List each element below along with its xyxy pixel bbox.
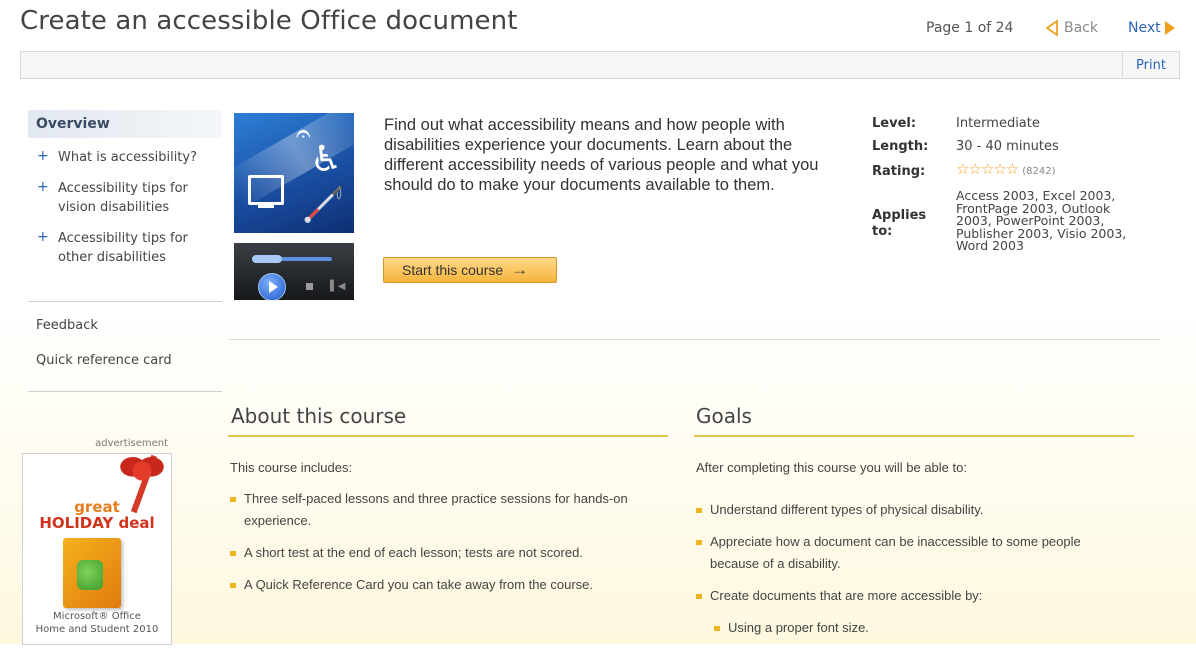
rating-label: Rating: [872,164,926,179]
expand-plus-icon[interactable]: + [37,147,49,166]
back-arrow-icon [1046,20,1058,36]
monitor-stand [258,204,274,208]
sidebar-item-what-is-accessibility[interactable]: + What is accessibility? [28,148,222,167]
sidebar-item-label: What is accessibility? [58,150,198,165]
video-player[interactable]: ▌◀ [234,243,354,300]
back-label: Back [1064,20,1098,36]
list-item: Using a proper font size. [696,617,1132,639]
ad-caption: Microsoft® Office Home and Student 2010 [23,610,171,636]
length-label: Length: [872,139,929,154]
expand-plus-icon[interactable]: + [37,228,49,247]
stop-icon[interactable] [306,283,313,290]
applies-label-line-2: to: [872,224,893,239]
accessibility-illustration: 𝄐 ♿ 🦯 [234,113,354,233]
rating-value[interactable]: ☆☆☆☆☆ (8242) [956,161,1056,180]
list-item: Appreciate how a document can be inacces… [696,531,1132,575]
page-indicator: Page 1 of 24 [926,20,1014,36]
rating-count: (8242) [1022,166,1056,177]
page-title: Create an accessible Office document [20,6,518,36]
applies-label: Applies to: [872,208,932,240]
list-item: Understand different types of physical d… [696,499,1132,521]
arrow-right-icon: → [511,260,529,279]
length-value: 30 - 40 minutes [956,139,1059,154]
level-label: Level: [872,116,917,131]
sidebar: Overview + What is accessibility? + Acce… [28,110,222,392]
quick-reference-link[interactable]: Quick reference card [36,353,172,368]
goals-rule [694,435,1134,437]
ad-label: advertisement [95,438,168,449]
about-intro: This course includes: [230,460,353,475]
about-rule [228,435,668,437]
list-item: A short test at the end of each lesson; … [230,542,666,564]
print-button[interactable]: Print [1122,52,1179,78]
sidebar-divider [28,301,222,302]
expand-plus-icon[interactable]: + [37,178,49,197]
gift-bow-icon [119,454,165,492]
back-button[interactable]: Back [1046,20,1098,36]
content-divider [228,339,1160,340]
sidebar-item-overview[interactable]: Overview [28,110,222,138]
goals-title: Goals [696,404,752,428]
sidebar-divider [28,391,222,392]
skip-back-icon[interactable]: ▌◀ [330,281,345,292]
goals-list: Understand different types of physical d… [696,499,1132,649]
sidebar-item-label: Accessibility tips for [58,181,188,196]
next-arrow-icon [1164,21,1175,35]
course-intro: Find out what accessibility means and ho… [384,116,819,194]
level-value: Intermediate [956,116,1040,131]
list-item: A Quick Reference Card you can take away… [230,574,666,596]
toolbar: Print [20,51,1180,79]
about-title: About this course [231,404,407,428]
about-list: Three self-paced lessons and three pract… [230,488,666,606]
ad-caption-line-2: Home and Student 2010 [35,624,159,635]
applies-label-line-1: Applies [872,208,927,223]
start-course-button[interactable]: Start this course → [383,257,557,283]
advertisement[interactable]: advertisement great HOLIDAY deal Microso… [22,438,172,645]
sidebar-item-label: other disabilities [58,250,166,265]
monitor-icon [248,175,284,205]
ad-headline-2: HOLIDAY deal [39,514,155,532]
office-box-image [63,538,121,608]
feedback-link[interactable]: Feedback [36,318,98,333]
list-item: Three self-paced lessons and three pract… [230,488,666,532]
sidebar-item-vision-tips[interactable]: + Accessibility tips for vision disabili… [28,179,222,217]
ear-icon: 𝄐 [296,119,311,149]
video-progress-bar[interactable] [252,255,332,263]
goals-intro: After completing this course you will be… [696,460,967,475]
play-icon[interactable] [258,273,286,300]
sidebar-item-label: vision disabilities [58,200,170,215]
rating-stars-icon[interactable]: ☆☆☆☆☆ [956,160,1019,178]
wheelchair-icon: ♿ [310,139,343,180]
sidebar-item-label: Accessibility tips for [58,231,188,246]
start-course-label: Start this course [402,262,504,278]
blind-person-icon: 🦯 [302,185,345,225]
applies-value: Access 2003, Excel 2003, FrontPage 2003,… [956,188,1127,253]
ad-caption-line-1: Microsoft® Office [53,611,141,622]
list-item: Create documents that are more accessibl… [696,585,1132,607]
ad-banner[interactable]: great HOLIDAY deal Microsoft® Office Hom… [22,453,172,645]
sidebar-item-other-tips[interactable]: + Accessibility tips for other disabilit… [28,229,222,267]
next-button[interactable]: Next [1128,20,1175,36]
next-label: Next [1128,20,1161,36]
